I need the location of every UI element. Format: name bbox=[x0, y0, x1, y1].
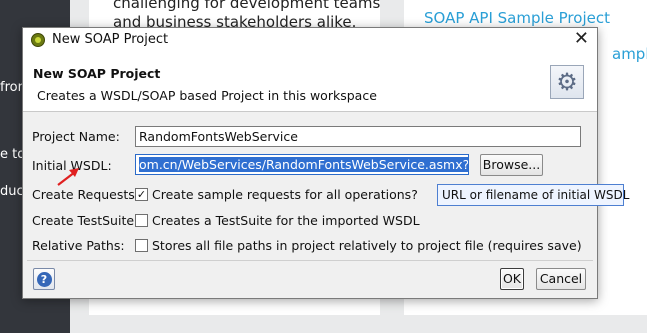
ok-button[interactable]: OK bbox=[500, 268, 524, 290]
soap-api-sample-project-link[interactable]: SOAP API Sample Project bbox=[424, 9, 610, 27]
dialog-header-panel: New SOAP Project Creates a WSDL/SOAP bas… bbox=[23, 53, 597, 112]
header-title: New SOAP Project bbox=[33, 66, 161, 81]
project-name-value: RandomFontsWebService bbox=[139, 129, 298, 144]
browse-button[interactable]: Browse... bbox=[480, 154, 543, 176]
wsdl-tooltip: URL or filename of initial WSDL bbox=[437, 184, 629, 206]
relative-paths-text[interactable]: Stores all file paths in project relativ… bbox=[152, 238, 582, 253]
relative-paths-checkbox[interactable] bbox=[135, 239, 148, 252]
gear-icon: ⚙ bbox=[550, 65, 584, 99]
create-testsuite-label: Create TestSuite: bbox=[32, 213, 139, 228]
create-testsuite-checkbox[interactable] bbox=[135, 214, 148, 227]
dialog-titlebar: New SOAP Project ✕ bbox=[23, 28, 597, 53]
create-requests-text[interactable]: Create sample requests for all operation… bbox=[152, 187, 418, 202]
window-title: New SOAP Project bbox=[52, 32, 169, 47]
project-name-label: Project Name: bbox=[32, 129, 120, 144]
create-requests-label: Create Requests: bbox=[32, 187, 140, 202]
new-soap-project-dialog: New SOAP Project ✕ New SOAP Project Crea… bbox=[22, 27, 598, 299]
help-button[interactable]: ? bbox=[33, 268, 55, 290]
header-description: Creates a WSDL/SOAP based Project in thi… bbox=[37, 88, 377, 103]
create-requests-checkbox[interactable]: ✓ bbox=[135, 188, 148, 201]
cancel-button[interactable]: Cancel bbox=[536, 268, 586, 290]
close-icon[interactable]: ✕ bbox=[574, 29, 589, 49]
soapui-app-icon bbox=[31, 33, 45, 47]
relative-paths-label: Relative Paths: bbox=[32, 238, 125, 253]
checkmark-icon: ✓ bbox=[136, 188, 147, 201]
project-name-input[interactable]: RandomFontsWebService bbox=[135, 126, 581, 147]
red-arrow-annotation bbox=[57, 168, 79, 186]
help-icon: ? bbox=[36, 271, 52, 287]
create-testsuite-text[interactable]: Creates a TestSuite for the imported WSD… bbox=[152, 213, 420, 228]
initial-wsdl-value: om.cn/WebServices/RandomFontsWebService.… bbox=[139, 157, 468, 172]
initial-wsdl-input[interactable]: om.cn/WebServices/RandomFontsWebService.… bbox=[135, 154, 469, 175]
background-link-fragment[interactable]: ample bbox=[612, 45, 647, 63]
background-card-text: challenging for development teams bbox=[113, 0, 381, 12]
footer-divider bbox=[27, 260, 593, 261]
